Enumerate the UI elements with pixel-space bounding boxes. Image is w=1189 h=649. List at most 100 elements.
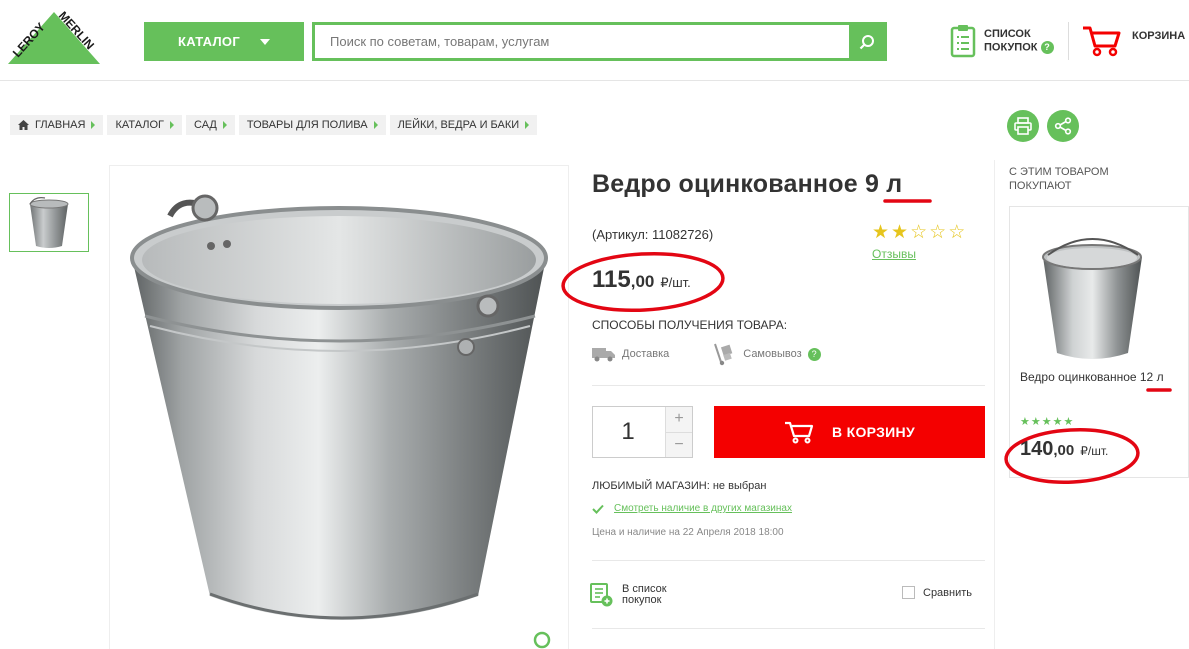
cart-link[interactable]: КОРЗИНА bbox=[1082, 24, 1185, 58]
rating-stars[interactable]: ★ ★ ☆ ☆ ☆ bbox=[872, 223, 965, 243]
recommended-product-rating: ★ ★ ★ ★ ★ bbox=[1020, 415, 1073, 428]
bucket-thumbnail-image bbox=[29, 197, 69, 248]
share-button[interactable] bbox=[1047, 110, 1079, 142]
header-divider bbox=[1068, 22, 1069, 60]
chevron-right-icon bbox=[91, 121, 96, 129]
breadcrumb-label: КАТАЛОГ bbox=[115, 119, 165, 131]
header-divider-line bbox=[0, 80, 1189, 81]
truck-icon bbox=[592, 348, 615, 362]
add-to-list-button[interactable]: В список покупок bbox=[590, 583, 667, 607]
add-to-list-label-line2: покупок bbox=[622, 594, 662, 606]
product-price: 115,00 ₽/шт. bbox=[592, 266, 691, 294]
chevron-right-icon bbox=[170, 121, 175, 129]
price-integer: 115 bbox=[592, 266, 631, 293]
price-unit: ₽/шт. bbox=[1080, 444, 1109, 458]
star-empty-icon: ☆ bbox=[910, 222, 928, 243]
chevron-right-icon bbox=[222, 121, 227, 129]
pickup-option[interactable]: Самовывоз ? bbox=[713, 342, 821, 366]
price-date: Цена и наличие на 22 Апреля 2018 18:00 bbox=[592, 527, 784, 538]
catalog-button-label: КАТАЛОГ bbox=[177, 34, 241, 49]
breadcrumb-garden[interactable]: САД bbox=[186, 115, 235, 135]
bucket-image bbox=[130, 194, 548, 620]
star-empty-icon: ☆ bbox=[929, 222, 947, 243]
divider bbox=[592, 560, 985, 561]
breadcrumb-label: ТОВАРЫ ДЛЯ ПОЛИВА bbox=[246, 119, 368, 131]
product-title: Ведро оцинкованное 9 л bbox=[592, 170, 903, 198]
help-icon[interactable]: ? bbox=[1040, 40, 1054, 54]
breadcrumb-catalog[interactable]: КАТАЛОГ bbox=[107, 115, 183, 135]
price-decimal: ,00 bbox=[630, 272, 655, 291]
compare-checkbox[interactable]: Сравнить bbox=[902, 586, 972, 599]
catalog-button[interactable]: КАТАЛОГ bbox=[144, 22, 304, 61]
zoom-icon bbox=[533, 631, 551, 649]
compare-label: Сравнить bbox=[923, 586, 973, 599]
zoom-button[interactable] bbox=[532, 630, 554, 649]
search-button[interactable] bbox=[849, 25, 884, 58]
search-bar bbox=[312, 22, 887, 61]
product-article: (Артикул: 11082726) bbox=[592, 227, 714, 242]
cart-icon bbox=[1083, 26, 1121, 57]
add-to-cart-label: В КОРЗИНУ bbox=[832, 424, 915, 440]
chevron-right-icon bbox=[525, 121, 530, 129]
bucket-small-image bbox=[1042, 238, 1142, 359]
side-title: С ЭТИМ ТОВАРОМ ПОКУПАЮТ bbox=[1009, 166, 1109, 192]
leroy-merlin-logo[interactable]: LEROY MERLIN bbox=[8, 8, 100, 64]
star-icon: ★ bbox=[1063, 416, 1074, 428]
chevron-right-icon bbox=[373, 121, 378, 129]
share-icon bbox=[1054, 117, 1072, 135]
checkbox-icon bbox=[902, 586, 915, 599]
breadcrumb: ГЛАВНАЯ КАТАЛОГ САД ТОВАРЫ ДЛЯ ПОЛИВА ЛЕ… bbox=[10, 115, 538, 135]
favorite-store: ЛЮБИМЫЙ МАГАЗИН: не выбран bbox=[592, 480, 767, 492]
chevron-down-icon bbox=[260, 38, 271, 45]
checkmark-icon bbox=[592, 504, 604, 514]
star-empty-icon: ☆ bbox=[948, 222, 966, 243]
star-filled-icon: ★ bbox=[872, 222, 890, 243]
reviews-link[interactable]: Отзывы bbox=[872, 247, 916, 261]
breadcrumb-home[interactable]: ГЛАВНАЯ bbox=[10, 115, 104, 135]
printer-icon bbox=[1014, 117, 1032, 135]
shopping-list-label-line1: СПИСОК bbox=[984, 27, 1031, 40]
price-unit: ₽/шт. bbox=[660, 275, 691, 290]
quantity-stepper: 1 + − bbox=[592, 406, 693, 458]
search-input[interactable] bbox=[315, 25, 845, 58]
breadcrumb-label: САД bbox=[194, 119, 217, 131]
breadcrumb-label: ГЛАВНАЯ bbox=[35, 119, 86, 131]
add-to-cart-button[interactable]: В КОРЗИНУ bbox=[714, 406, 985, 458]
star-icon: ★ bbox=[1020, 416, 1030, 428]
divider bbox=[592, 628, 985, 629]
check-stock: Смотреть наличие в других магазинах bbox=[592, 503, 792, 514]
pickup-option-label: Самовывоз bbox=[743, 348, 802, 360]
help-icon[interactable]: ? bbox=[807, 347, 821, 361]
star-filled-icon: ★ bbox=[891, 222, 909, 243]
delivery-option-label: Доставка bbox=[622, 348, 670, 360]
recommended-product-price: 140,00 ₽/шт. bbox=[1020, 438, 1108, 461]
print-button[interactable] bbox=[1007, 110, 1039, 142]
search-icon bbox=[859, 34, 874, 49]
list-add-icon bbox=[590, 583, 613, 607]
delivery-options: Доставка Самовывоз ? bbox=[592, 342, 821, 366]
quantity-minus-button[interactable]: − bbox=[665, 432, 692, 457]
home-icon bbox=[18, 120, 29, 130]
shopping-list-label-line2: ПОКУПОК bbox=[984, 41, 1038, 54]
check-stock-link[interactable]: Смотреть наличие в других магазинах bbox=[614, 503, 792, 514]
divider bbox=[592, 385, 985, 386]
price-integer: 140 bbox=[1020, 438, 1054, 460]
quantity-input[interactable]: 1 bbox=[593, 407, 663, 457]
breadcrumb-buckets[interactable]: ЛЕЙКИ, ВЕДРА И БАКИ bbox=[389, 115, 538, 135]
price-decimal: ,00 bbox=[1053, 442, 1075, 459]
recommended-product-name[interactable]: Ведро оцинкованное 12 л bbox=[1020, 370, 1164, 384]
cart-icon bbox=[785, 421, 814, 444]
product-main-image[interactable] bbox=[109, 165, 569, 649]
quantity-plus-button[interactable]: + bbox=[665, 407, 692, 432]
delivery-title: СПОСОБЫ ПОЛУЧЕНИЯ ТОВАРА: bbox=[592, 318, 788, 332]
breadcrumb-watering[interactable]: ТОВАРЫ ДЛЯ ПОЛИВА bbox=[238, 115, 386, 135]
breadcrumb-label: ЛЕЙКИ, ВЕДРА И БАКИ bbox=[397, 119, 520, 131]
star-icon: ★ bbox=[1030, 416, 1041, 428]
star-icon: ★ bbox=[1041, 416, 1052, 428]
delivery-option[interactable]: Доставка bbox=[592, 342, 669, 366]
clipboard-list-icon bbox=[950, 25, 976, 58]
hand-truck-icon bbox=[714, 343, 733, 366]
shopping-list-link[interactable]: СПИСОК ПОКУПОК ? bbox=[950, 24, 1054, 58]
product-thumbnail[interactable] bbox=[9, 193, 89, 252]
cart-label: КОРЗИНА bbox=[1132, 30, 1186, 42]
